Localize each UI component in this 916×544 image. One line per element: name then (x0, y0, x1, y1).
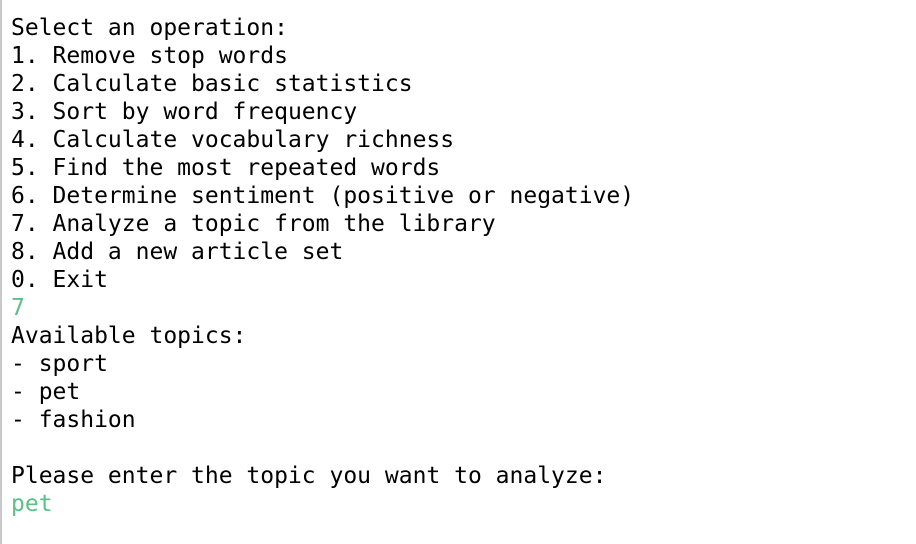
console-output[interactable]: Select an operation: 1. Remove stop word… (0, 0, 916, 544)
topic-item-pet: - pet (11, 379, 81, 405)
menu-item-sentiment: 6. Determine sentiment (positive or nega… (11, 183, 635, 209)
menu-item-exit: 0. Exit (11, 267, 108, 293)
menu-item-vocabulary-richness: 4. Calculate vocabulary richness (11, 127, 455, 153)
menu-item-remove-stop-words: 1. Remove stop words (11, 43, 288, 69)
topic-item-sport: - sport (11, 351, 108, 377)
menu-prompt: Select an operation: (11, 15, 288, 41)
menu-item-basic-statistics: 2. Calculate basic statistics (11, 71, 413, 97)
topic-prompt: Please enter the topic you want to analy… (11, 463, 607, 489)
topic-item-fashion: - fashion (11, 407, 136, 433)
user-choice-input: 7 (11, 295, 25, 321)
menu-item-analyze-topic: 7. Analyze a topic from the library (11, 211, 496, 237)
user-topic-input[interactable]: pet (11, 490, 916, 518)
menu-item-add-article-set: 8. Add a new article set (11, 239, 344, 265)
topics-header: Available topics: (11, 323, 247, 349)
menu-item-repeated-words: 5. Find the most repeated words (11, 155, 441, 181)
menu-item-sort-frequency: 3. Sort by word frequency (11, 99, 358, 125)
